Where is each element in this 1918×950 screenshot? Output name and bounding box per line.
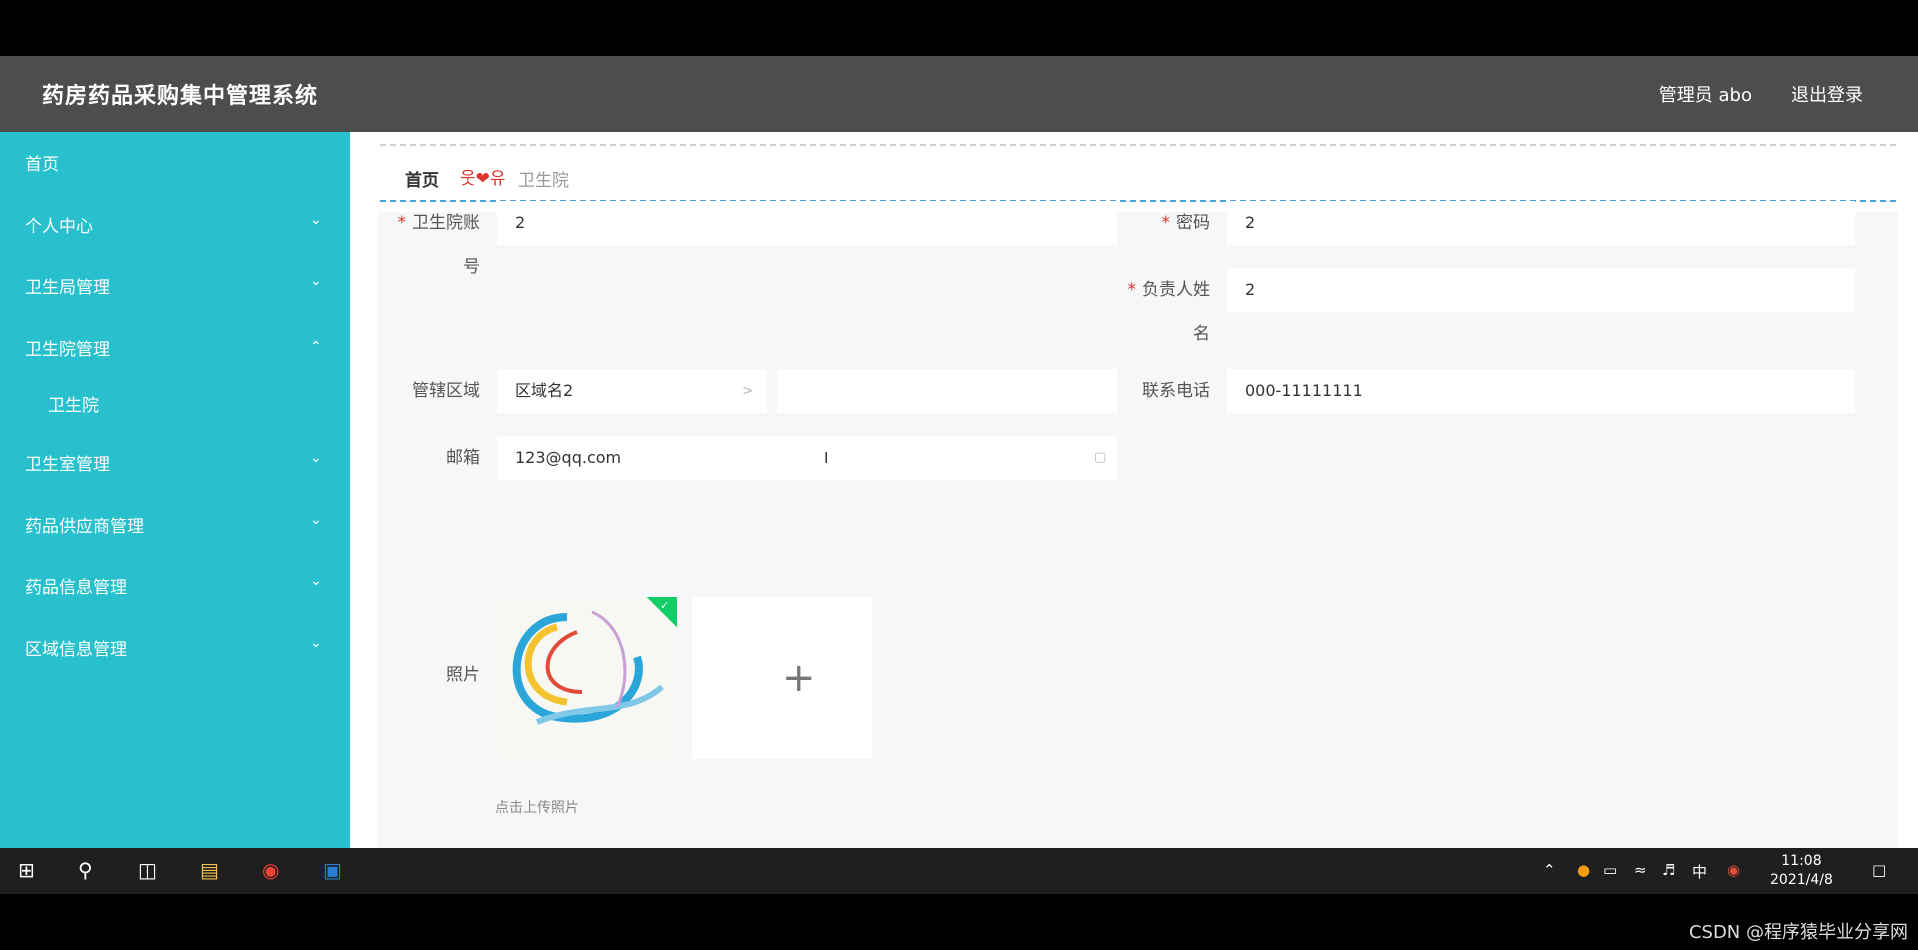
sidebar-item-health-bureau[interactable]: 卫生局管理 ⌄ — [0, 265, 350, 305]
sidebar-item-label: 药品信息管理 — [25, 578, 127, 598]
windows-start-icon[interactable]: ⊞ — [18, 858, 35, 882]
header: 药房药品采购集中管理系统 管理员 abo 退出登录 — [0, 56, 1918, 132]
sidebar-item-label: 个人中心 — [25, 217, 93, 237]
owner-label-cont: 名 — [1193, 324, 1210, 344]
logout-link[interactable]: 退出登录 — [1791, 81, 1863, 107]
sidebar-item-label: 区域信息管理 — [25, 640, 127, 660]
chevron-down-icon: ⌄ — [310, 273, 322, 289]
password-label: * 密码 — [1161, 213, 1211, 233]
password-input[interactable]: 2 — [1227, 201, 1855, 245]
owner-value: 2 — [1245, 280, 1256, 299]
battery-icon[interactable]: ▭ — [1603, 861, 1617, 879]
account-input[interactable]: 2 — [497, 201, 1117, 245]
taskbar: ⊞ ⚲ ◫ ▤ ◉ ▣ ⌃ ● ▭ ≈ ♬ 中 ◉ 11:08 2021/4/8… — [0, 848, 1918, 894]
sidebar-item-supplier[interactable]: 药品供应商管理 ⌄ — [0, 504, 350, 544]
word-icon[interactable]: ▣ — [323, 858, 342, 882]
upload-hint: 点击上传照片 — [495, 800, 579, 816]
network-icon[interactable]: ≈ — [1634, 861, 1647, 879]
tray-expand-icon[interactable]: ⌃ — [1543, 861, 1556, 879]
chevron-right-icon: > — [742, 383, 754, 399]
app-screen: 药房药品采购集中管理系统 管理员 abo 退出登录 首页 个人中心 ⌄ 卫生局管… — [0, 56, 1918, 893]
sidebar-item-home[interactable]: 首页 — [0, 142, 350, 182]
notification-icon[interactable]: □ — [1872, 861, 1886, 879]
chevron-down-icon: ⌄ — [310, 512, 322, 528]
clear-icon[interactable]: ▢ — [1094, 436, 1106, 480]
owner-label: * 负责人姓 — [1127, 280, 1211, 300]
chrome-icon[interactable]: ◉ — [262, 858, 279, 882]
account-value: 2 — [515, 213, 526, 232]
phone-label: 联系电话 — [1142, 381, 1210, 401]
task-view-icon[interactable]: ◫ — [138, 858, 157, 882]
chevron-down-icon: ⌄ — [310, 450, 322, 466]
owner-input[interactable]: 2 — [1227, 268, 1855, 312]
password-value: 2 — [1245, 213, 1256, 232]
sidebar-item-label: 卫生院管理 — [25, 340, 110, 360]
email-label: 邮箱 — [446, 448, 480, 468]
chevron-down-icon: ⌄ — [310, 635, 322, 651]
uploaded-photo[interactable] — [497, 597, 677, 759]
sidebar-item-health-center[interactable]: 卫生院管理 ⌃ — [0, 327, 350, 367]
clock-time: 11:08 — [1781, 853, 1822, 869]
sidebar: 首页 个人中心 ⌄ 卫生局管理 ⌄ 卫生院管理 ⌃ 卫生院 卫生室管理 ⌄ 药品… — [0, 132, 350, 893]
sidebar-item-drug-info[interactable]: 药品信息管理 ⌄ — [0, 565, 350, 605]
breadcrumb-separator: 웃❤유 — [460, 169, 506, 189]
region-extra-field[interactable] — [777, 369, 1117, 413]
sidebar-subitem-health-center[interactable]: 卫生院 — [0, 383, 350, 423]
clock-date: 2021/4/8 — [1770, 872, 1833, 888]
sidebar-item-region-info[interactable]: 区域信息管理 ⌄ — [0, 627, 350, 667]
watermark: CSDN @程序猿毕业分享网 — [1688, 922, 1908, 943]
chevron-down-icon: ⌄ — [310, 212, 322, 228]
chevron-up-icon: ⌃ — [310, 339, 322, 355]
email-input[interactable]: 123@qq.com I ▢ — [497, 436, 1117, 480]
breadcrumb: 首页 웃❤유 卫生院 — [380, 152, 1896, 202]
breadcrumb-current: 卫生院 — [518, 171, 569, 191]
sidebar-item-personal-center[interactable]: 个人中心 ⌄ — [0, 204, 350, 244]
region-value: 区域名2 — [515, 381, 574, 400]
account-label-cont: 号 — [463, 257, 480, 277]
region-label: 管辖区域 — [412, 381, 480, 401]
phone-input[interactable]: 000-11111111 — [1227, 369, 1855, 413]
volume-icon[interactable]: ♬ — [1662, 861, 1675, 879]
check-icon: ✓ — [660, 599, 670, 612]
text-cursor-icon: I — [824, 449, 829, 467]
chevron-down-icon: ⌄ — [310, 573, 322, 589]
file-explorer-icon[interactable]: ▤ — [200, 858, 219, 882]
sidebar-item-label: 卫生院 — [48, 396, 99, 416]
divider — [380, 144, 1896, 146]
current-user: 管理员 abo — [1658, 85, 1752, 106]
email-value: 123@qq.com — [515, 448, 622, 467]
sidebar-item-label: 卫生局管理 — [25, 278, 110, 298]
breadcrumb-home[interactable]: 首页 — [405, 166, 439, 191]
sidebar-item-clinic[interactable]: 卫生室管理 ⌄ — [0, 442, 350, 482]
ime-indicator[interactable]: 中 — [1692, 861, 1707, 882]
upload-photo-button[interactable]: + — [692, 597, 872, 759]
phone-value: 000-11111111 — [1245, 381, 1363, 400]
sidebar-item-label: 首页 — [25, 155, 59, 175]
input-method-icon[interactable]: ◉ — [1727, 861, 1740, 879]
account-label: * 卫生院账 — [397, 213, 481, 233]
sidebar-item-label: 卫生室管理 — [25, 455, 110, 475]
search-icon[interactable]: ⚲ — [78, 858, 93, 882]
photo-label: 照片 — [446, 665, 480, 685]
clock[interactable]: 11:08 2021/4/8 — [1770, 852, 1833, 890]
sidebar-item-label: 药品供应商管理 — [25, 517, 144, 537]
plus-icon: + — [782, 655, 816, 701]
main-content: 首页 웃❤유 卫生院 — [350, 132, 1918, 893]
photo-thumbnail-image — [497, 597, 677, 759]
app-title: 药房药品采购集中管理系统 — [42, 84, 319, 109]
region-select[interactable]: 区域名2 > — [497, 369, 767, 413]
tray-app-icon[interactable]: ● — [1577, 861, 1590, 879]
